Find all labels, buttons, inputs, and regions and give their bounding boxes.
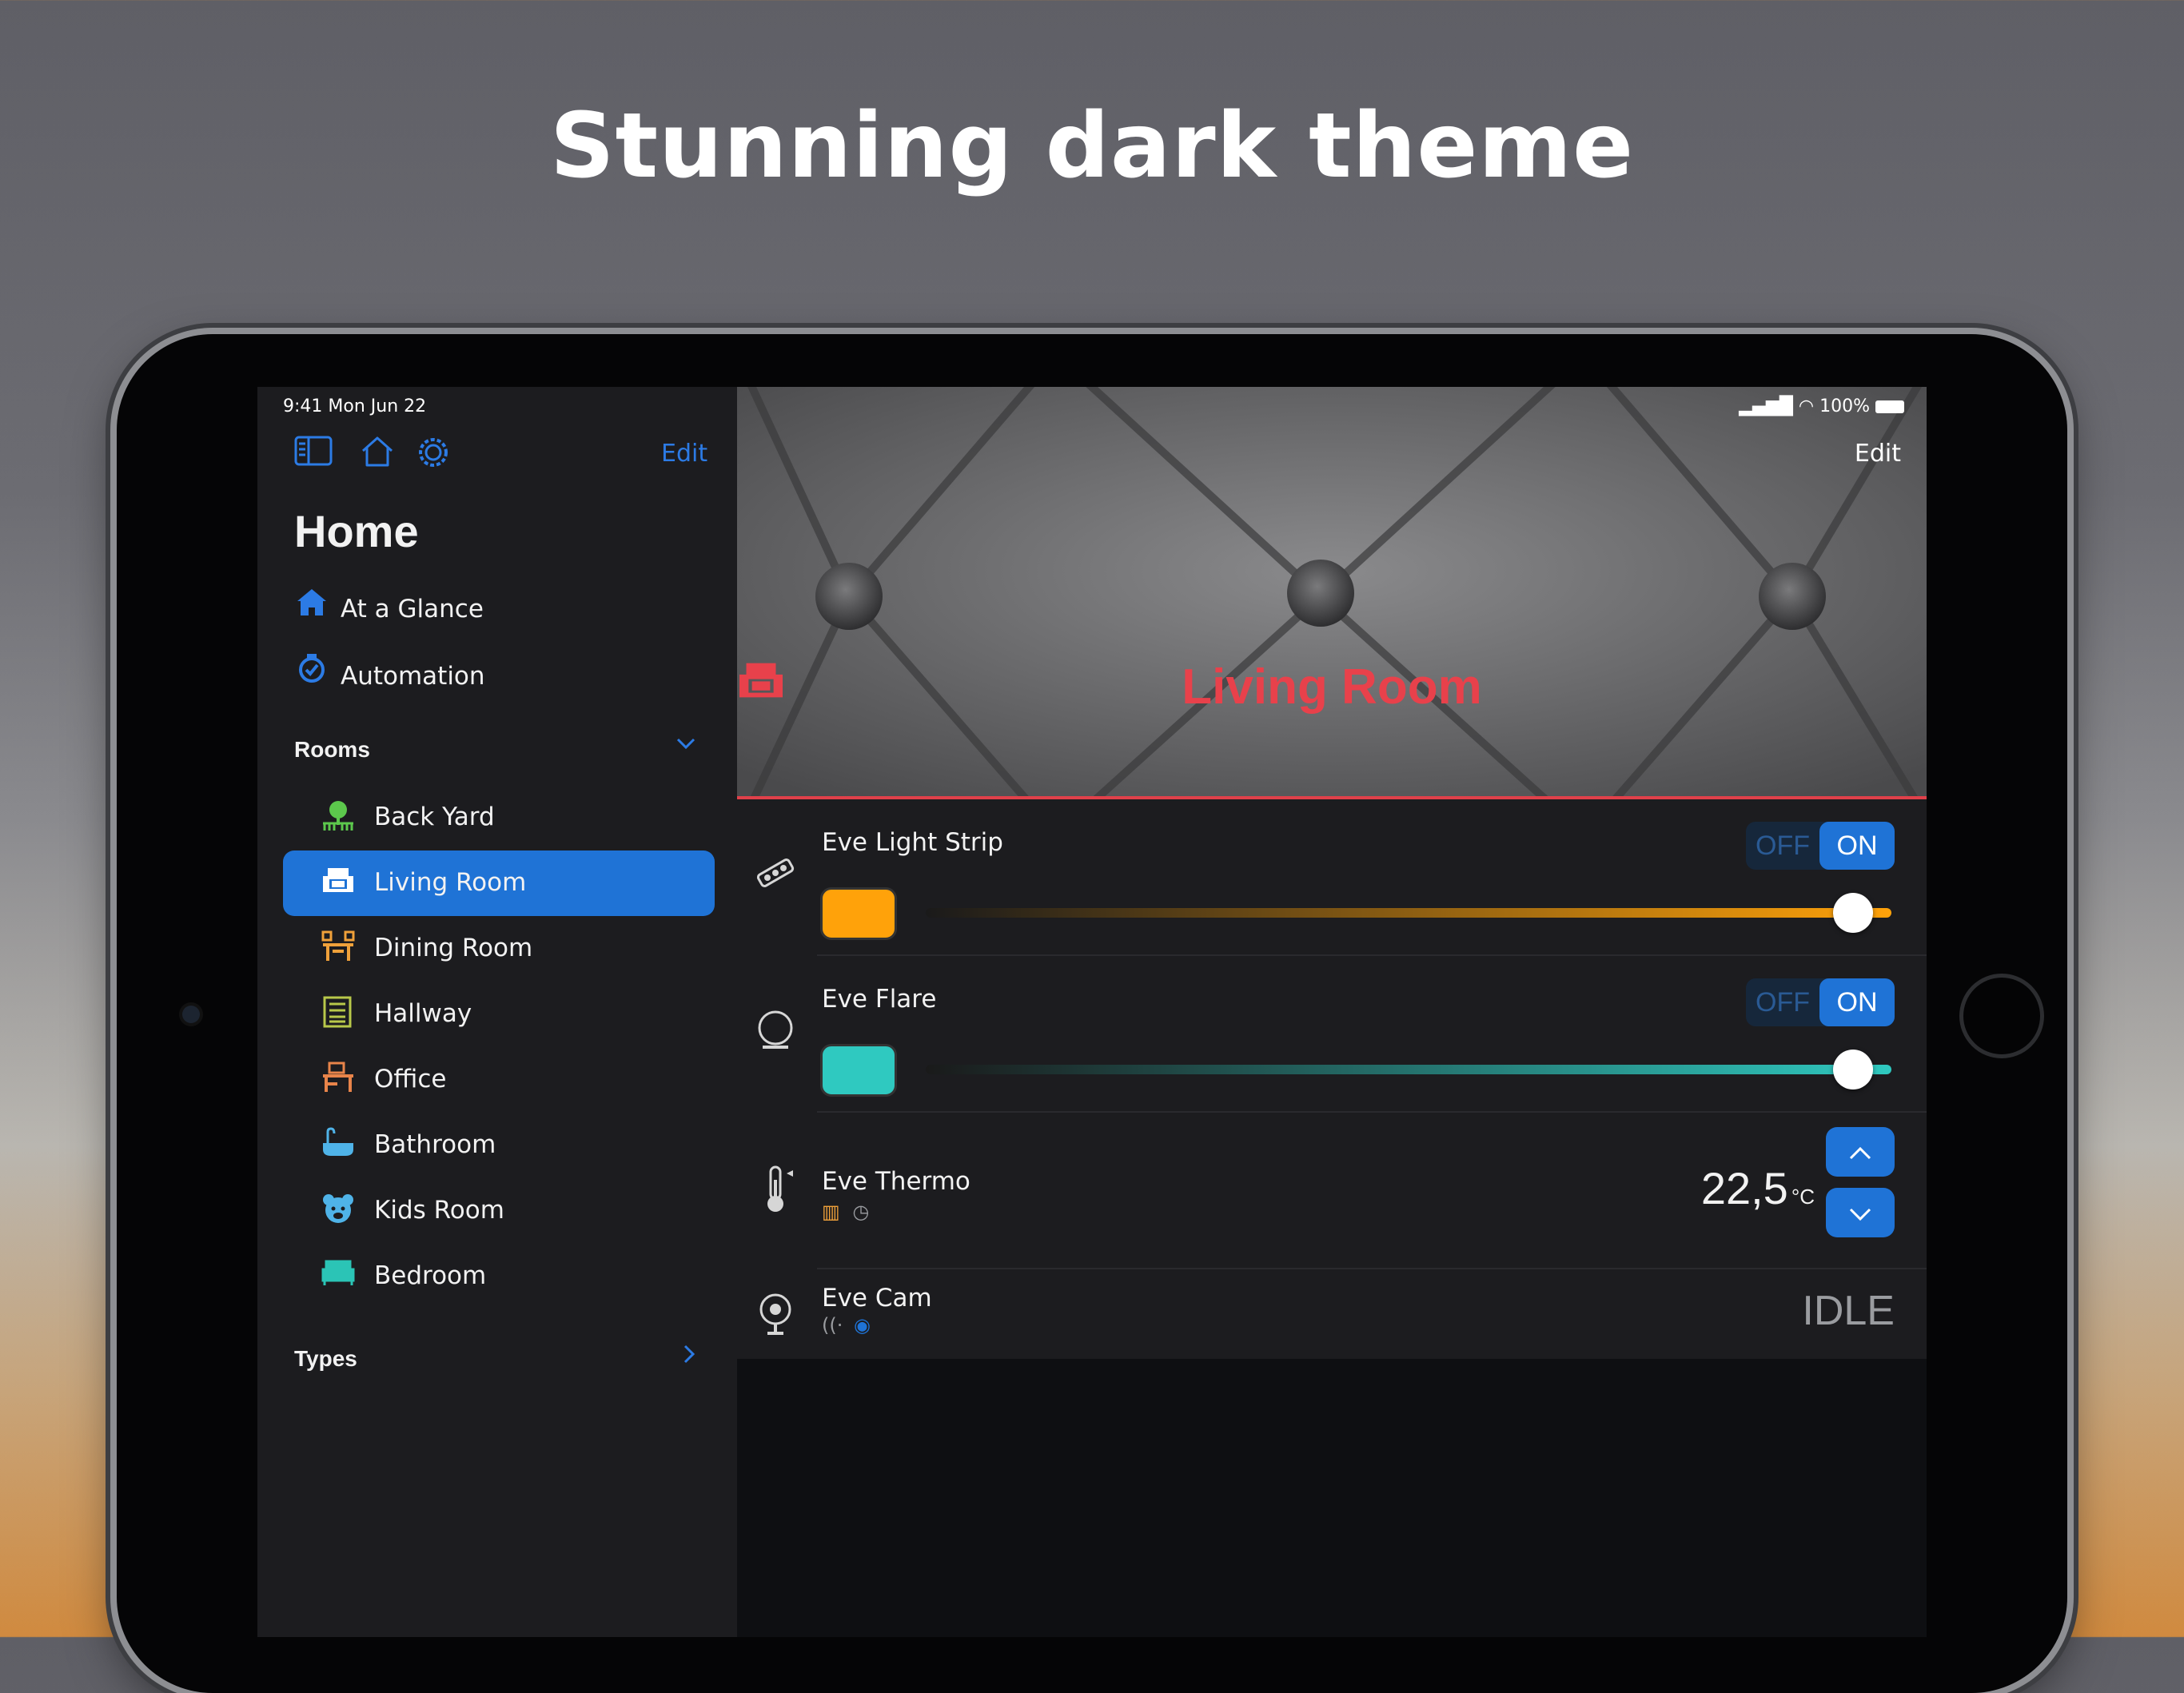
battery-percent: 100% bbox=[1819, 396, 1870, 416]
sidebar-room-hallway[interactable]: Hallway bbox=[283, 982, 715, 1047]
tree-icon bbox=[321, 799, 355, 839]
room-label: Office bbox=[374, 1065, 447, 1093]
slider-thumb[interactable] bbox=[1832, 893, 1873, 933]
desk-icon bbox=[321, 1062, 355, 1101]
brightness-slider[interactable] bbox=[926, 908, 1891, 918]
room-label: Dining Room bbox=[374, 934, 533, 962]
sidebar-room-bathroom[interactable]: Bathroom bbox=[283, 1113, 715, 1178]
headline: Stunning dark theme bbox=[549, 94, 1635, 198]
door-icon bbox=[321, 996, 353, 1035]
room-detail: ▂▄▆█ ◠ 100% Edit Living Room Eve Light S… bbox=[737, 387, 1927, 1637]
house-icon bbox=[294, 587, 329, 623]
toggle-off[interactable]: OFF bbox=[1746, 978, 1819, 1026]
cam-status-icons: ((· ◉ bbox=[822, 1314, 871, 1336]
sidebar: 9:41 Mon Jun 22 Edit Home At a Glance Au… bbox=[257, 387, 737, 1637]
brightness-slider[interactable] bbox=[926, 1065, 1891, 1074]
recording-dot-icon: ◉ bbox=[854, 1314, 871, 1336]
sidebar-toggle-icon[interactable] bbox=[294, 435, 333, 475]
device-name: Eve Light Strip bbox=[822, 828, 1003, 857]
chevron-down-icon[interactable] bbox=[675, 731, 697, 761]
room-label: Living Room bbox=[374, 868, 527, 897]
thermo-status-icons: ▥ ◷ bbox=[822, 1201, 869, 1223]
device-eve-thermo[interactable]: Eve Thermo ▥ ◷ 22,5 °C bbox=[737, 1113, 1927, 1269]
slider-thumb[interactable] bbox=[1832, 1050, 1873, 1089]
nav-label: At a Glance bbox=[341, 595, 484, 623]
chevron-up-icon bbox=[1849, 1146, 1871, 1159]
battery-icon bbox=[1875, 400, 1904, 413]
home-icon[interactable] bbox=[360, 435, 395, 476]
wifi-icon: ◠ bbox=[1798, 396, 1815, 416]
armchair-icon bbox=[321, 865, 355, 902]
device-name: Eve Thermo bbox=[822, 1167, 970, 1196]
toggle-off[interactable]: OFF bbox=[1746, 822, 1819, 870]
color-swatch[interactable] bbox=[820, 887, 897, 940]
thermometer-icon bbox=[753, 1164, 798, 1225]
sidebar-room-bedroom[interactable]: Bedroom bbox=[283, 1244, 715, 1309]
toggle-on[interactable]: ON bbox=[1819, 822, 1895, 870]
device-name: Eve Cam bbox=[822, 1284, 932, 1313]
sidebar-room-kids-room[interactable]: Kids Room bbox=[283, 1178, 715, 1244]
temperature-value: 22,5 bbox=[1700, 1163, 1788, 1213]
room-label: Bathroom bbox=[374, 1130, 496, 1159]
types-header[interactable]: Types bbox=[294, 1346, 357, 1372]
home-button[interactable] bbox=[1959, 974, 2044, 1058]
power-toggle[interactable]: OFF ON bbox=[1746, 822, 1895, 870]
dining-table-icon bbox=[321, 930, 355, 970]
nav-automation[interactable]: Automation bbox=[294, 652, 485, 691]
radiator-icon: ▥ bbox=[822, 1201, 840, 1223]
chevron-down-icon bbox=[1849, 1208, 1871, 1221]
sidebar-edit-button[interactable]: Edit bbox=[661, 440, 707, 468]
screen: 9:41 Mon Jun 22 Edit Home At a Glance Au… bbox=[257, 387, 1927, 1637]
room-title: Living Room bbox=[737, 659, 1927, 715]
room-label: Hallway bbox=[374, 999, 472, 1028]
sidebar-room-living-room[interactable]: Living Room bbox=[283, 850, 715, 916]
status-indicators: ▂▄▆█ ◠ 100% bbox=[1739, 396, 1904, 416]
sidebar-room-dining-room[interactable]: Dining Room bbox=[283, 916, 715, 982]
bed-icon bbox=[321, 1258, 355, 1294]
rooms-header[interactable]: Rooms bbox=[294, 737, 370, 763]
teddy-bear-icon bbox=[321, 1193, 355, 1232]
nav-label: Automation bbox=[341, 662, 485, 691]
chevron-right-icon[interactable] bbox=[678, 1341, 700, 1372]
gear-icon[interactable] bbox=[416, 435, 451, 478]
bathtub-icon bbox=[321, 1127, 355, 1166]
flare-lamp-icon bbox=[753, 1009, 798, 1063]
room-title-text: Living Room bbox=[1182, 659, 1482, 715]
color-swatch[interactable] bbox=[820, 1044, 897, 1097]
toggle-on[interactable]: ON bbox=[1819, 978, 1895, 1026]
room-label: Back Yard bbox=[374, 803, 495, 831]
nav-at-a-glance[interactable]: At a Glance bbox=[294, 587, 484, 623]
signal-icon: ▂▄▆█ bbox=[1739, 396, 1793, 416]
current-temperature: 22,5 °C bbox=[1701, 1162, 1815, 1214]
tufted-fabric-image bbox=[737, 387, 1927, 796]
front-camera bbox=[182, 1006, 200, 1023]
status-time: 9:41 Mon Jun 22 bbox=[283, 396, 427, 416]
room-edit-button[interactable]: Edit bbox=[1855, 440, 1901, 468]
schedule-icon: ◷ bbox=[852, 1201, 870, 1223]
device-eve-cam[interactable]: Eve Cam ((· ◉ IDLE bbox=[737, 1269, 1927, 1359]
temperature-unit: °C bbox=[1791, 1185, 1815, 1209]
device-name: Eve Flare bbox=[822, 985, 937, 1014]
sidebar-room-back-yard[interactable]: Back Yard bbox=[283, 785, 715, 850]
page-title: Home bbox=[294, 506, 419, 556]
room-label: Kids Room bbox=[374, 1196, 504, 1225]
room-header-image: ▂▄▆█ ◠ 100% Edit Living Room bbox=[737, 387, 1927, 799]
temperature-up-button[interactable] bbox=[1826, 1127, 1895, 1177]
motion-icon: ((· bbox=[822, 1314, 843, 1336]
device-eve-light-strip[interactable]: Eve Light Strip OFF ON bbox=[737, 799, 1927, 956]
automation-icon bbox=[294, 652, 329, 691]
power-toggle[interactable]: OFF ON bbox=[1746, 978, 1895, 1026]
device-eve-flare[interactable]: Eve Flare OFF ON bbox=[737, 956, 1927, 1113]
room-label: Bedroom bbox=[374, 1261, 487, 1290]
temperature-down-button[interactable] bbox=[1826, 1188, 1895, 1237]
camera-icon bbox=[753, 1290, 798, 1348]
light-strip-icon bbox=[753, 850, 798, 905]
sidebar-room-office[interactable]: Office bbox=[283, 1047, 715, 1113]
camera-state: IDLE bbox=[1802, 1288, 1895, 1334]
